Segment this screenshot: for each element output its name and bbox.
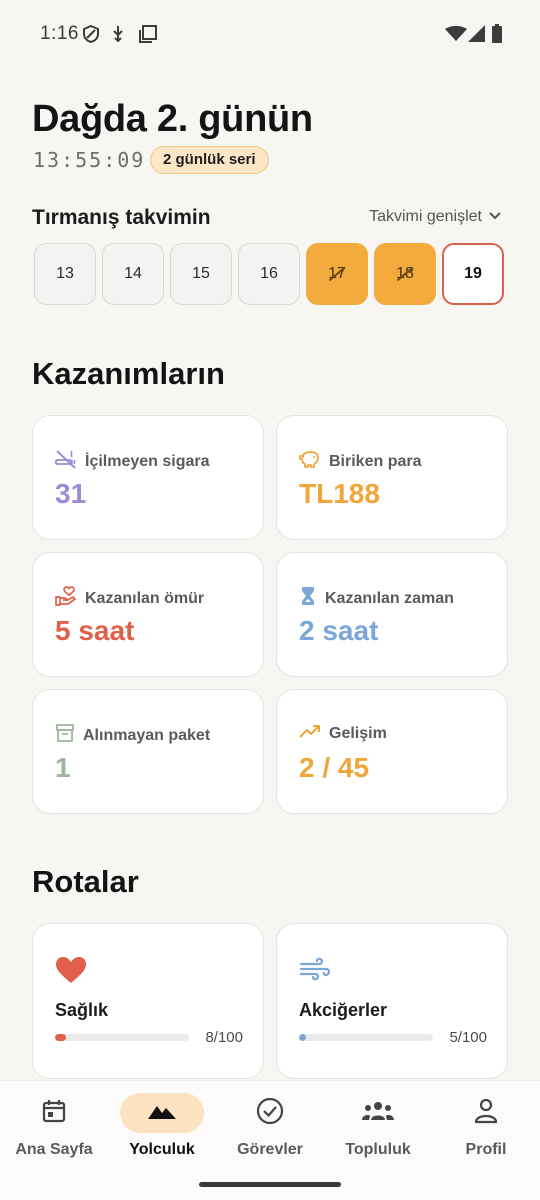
piggy-bank-icon bbox=[299, 449, 321, 474]
route-count: 8/100 bbox=[205, 1029, 243, 1046]
check-circle-icon bbox=[256, 1097, 284, 1130]
mountain-icon bbox=[147, 1101, 177, 1126]
page-title: Dağda 2. günün bbox=[32, 98, 313, 140]
heart-icon bbox=[55, 956, 87, 989]
gain-label: İçilmeyen sigara bbox=[85, 452, 210, 470]
calendar-day[interactable]: 13 bbox=[34, 243, 96, 305]
nav-item-home[interactable]: Ana Sayfa bbox=[0, 1081, 108, 1181]
gain-value: 5 saat bbox=[55, 615, 135, 646]
route-progress-fill bbox=[55, 1034, 66, 1041]
calendar-day[interactable]: 15 bbox=[170, 243, 232, 305]
calendar-day-completed[interactable]: 17 bbox=[306, 243, 368, 305]
calendar-day[interactable]: 14 bbox=[102, 243, 164, 305]
gain-card-packages[interactable]: Alınmayan paket 1 bbox=[32, 689, 264, 814]
route-progress-bar bbox=[55, 1034, 189, 1041]
gain-value: 2 saat bbox=[299, 615, 379, 646]
gain-label: Alınmayan paket bbox=[83, 726, 211, 744]
status-time: 1:16 bbox=[40, 23, 79, 44]
calendar-icon bbox=[41, 1098, 67, 1129]
people-icon bbox=[361, 1100, 395, 1127]
nav-label: Görevler bbox=[237, 1141, 303, 1158]
nav-item-community[interactable]: Topluluk bbox=[324, 1081, 432, 1181]
expand-calendar-button[interactable]: Takvimi genişlet bbox=[369, 208, 502, 226]
nav-label: Ana Sayfa bbox=[15, 1141, 93, 1158]
wifi-icon bbox=[445, 26, 467, 47]
gain-label: Gelişim bbox=[329, 724, 387, 742]
route-card-lungs[interactable]: Akciğerler 5/100 bbox=[276, 923, 508, 1079]
shield-icon bbox=[82, 24, 100, 49]
calendar-days: 13 14 15 16 17 18 19 bbox=[34, 243, 504, 305]
hourglass-icon bbox=[299, 586, 317, 611]
route-progress-bar bbox=[299, 1034, 433, 1041]
package-icon bbox=[55, 723, 75, 748]
elapsed-timer: 13:55:09 bbox=[33, 148, 146, 172]
route-card-health[interactable]: Sağlık 8/100 bbox=[32, 923, 264, 1079]
expand-calendar-label: Takvimi genişlet bbox=[369, 208, 482, 225]
streak-badge: 2 günlük seri bbox=[150, 146, 269, 174]
calendar-day-completed[interactable]: 18 bbox=[374, 243, 436, 305]
chevron-down-icon bbox=[488, 208, 502, 226]
heart-hand-icon bbox=[55, 586, 77, 611]
calendar-day[interactable]: 16 bbox=[238, 243, 300, 305]
wind-icon bbox=[299, 956, 331, 987]
nav-label: Topluluk bbox=[345, 1141, 411, 1158]
gain-card-cigarettes[interactable]: İçilmeyen sigara 31 bbox=[32, 415, 264, 540]
nav-item-profile[interactable]: Profil bbox=[432, 1081, 540, 1181]
gain-card-money[interactable]: Biriken para TL188 bbox=[276, 415, 508, 540]
routes-list: Sağlık 8/100 Akciğerler 5/100 bbox=[32, 923, 508, 1079]
gain-value: 2 / 45 bbox=[299, 752, 370, 783]
nav-label: Profil bbox=[465, 1141, 507, 1158]
gain-label: Kazanılan zaman bbox=[325, 589, 454, 607]
routes-title: Rotalar bbox=[32, 864, 139, 899]
gains-grid: İçilmeyen sigara 31 Biriken para TL188 K… bbox=[32, 415, 508, 814]
screen-icon bbox=[138, 24, 158, 49]
person-icon bbox=[474, 1098, 498, 1129]
gain-label: Kazanılan ömür bbox=[85, 589, 205, 607]
nav-label: Yolculuk bbox=[129, 1141, 195, 1158]
signal-icon bbox=[468, 25, 485, 47]
gains-title: Kazanımların bbox=[32, 356, 225, 391]
gain-value: TL188 bbox=[299, 478, 380, 509]
gain-card-progress[interactable]: Gelişim 2 / 45 bbox=[276, 689, 508, 814]
status-bar: 1:16 bbox=[0, 0, 540, 68]
route-count: 5/100 bbox=[449, 1029, 487, 1046]
calendar-label: Tırmanış takvimin bbox=[32, 206, 211, 229]
nav-item-tasks[interactable]: Görevler bbox=[216, 1081, 324, 1181]
home-indicator[interactable] bbox=[199, 1182, 341, 1187]
gain-value: 31 bbox=[55, 478, 87, 509]
gain-label: Biriken para bbox=[329, 452, 422, 470]
gain-card-life[interactable]: Kazanılan ömür 5 saat bbox=[32, 552, 264, 677]
route-title: Akciğerler bbox=[299, 1000, 388, 1020]
route-title: Sağlık bbox=[55, 1000, 109, 1020]
route-progress-fill bbox=[299, 1034, 306, 1041]
calendar-day-today[interactable]: 19 bbox=[442, 243, 504, 305]
battery-icon bbox=[492, 24, 502, 48]
gain-card-time[interactable]: Kazanılan zaman 2 saat bbox=[276, 552, 508, 677]
usb-icon bbox=[111, 24, 125, 49]
no-smoking-icon bbox=[55, 449, 77, 474]
gain-value: 1 bbox=[55, 752, 71, 783]
nav-item-journey[interactable]: Yolculuk bbox=[108, 1081, 216, 1181]
trend-up-icon bbox=[299, 723, 321, 744]
